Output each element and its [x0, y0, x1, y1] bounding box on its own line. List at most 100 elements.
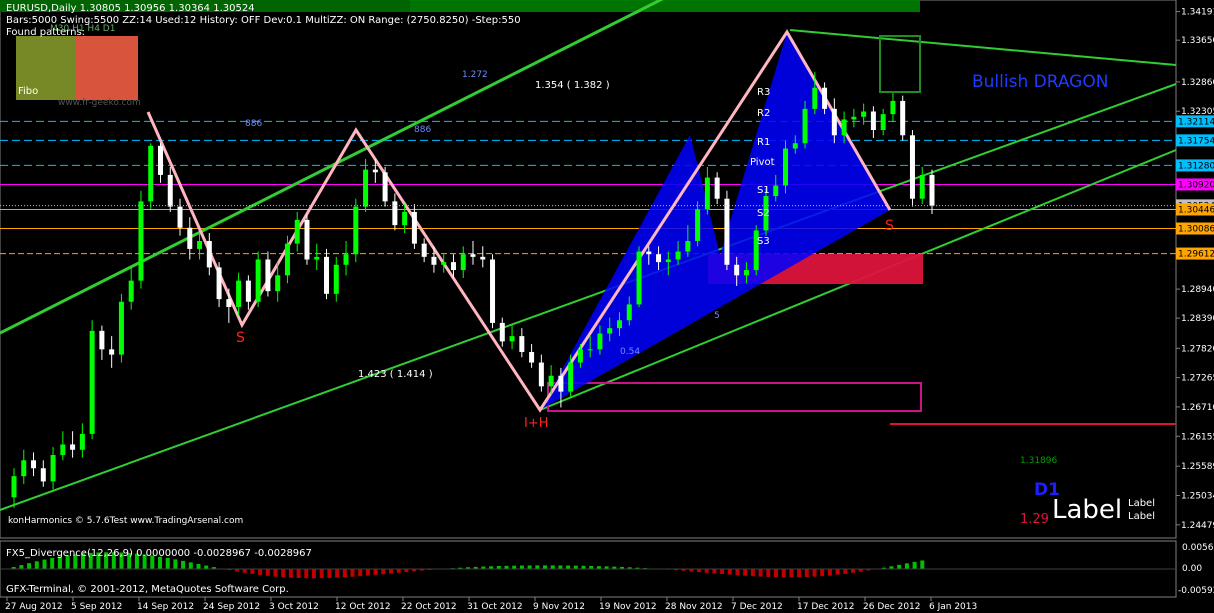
y-tick-label: 1.25034 — [1181, 492, 1214, 502]
price-box-label: 1.29612 — [1178, 250, 1214, 260]
histogram-bar — [319, 569, 324, 579]
candle-body — [226, 299, 232, 308]
candle-body — [724, 198, 730, 265]
fib-small-3: 0.54 — [620, 347, 641, 357]
chart-window[interactable]: 1.341911.336501.328601.323051.317541.309… — [0, 0, 1214, 613]
histogram-bar — [897, 564, 902, 569]
candle-body — [60, 444, 66, 456]
s-marker-2: S — [885, 218, 894, 234]
price-box-label: 1.30086 — [1178, 225, 1214, 235]
histogram-bar — [373, 569, 378, 575]
histogram-bar — [774, 569, 778, 578]
timeframes-label: M30 H1 H4 D1 — [50, 24, 116, 34]
candle-body — [529, 351, 535, 363]
candle-body — [324, 256, 330, 294]
x-tick-label: 3 Oct 2012 — [269, 602, 319, 612]
histogram-bar — [712, 569, 717, 574]
candle-body — [333, 264, 339, 294]
candle-body — [11, 476, 17, 498]
candle-body — [783, 148, 789, 186]
x-tick-label: 27 Aug 2012 — [5, 602, 63, 612]
histogram-bar — [281, 569, 286, 578]
histogram-bar — [265, 569, 270, 576]
histogram-bar — [843, 569, 848, 574]
histogram-bar — [835, 569, 840, 575]
histogram-bar — [358, 569, 363, 577]
pattern-name-label: Bullish DRAGON — [972, 72, 1109, 92]
histogram-bar — [258, 569, 263, 575]
candle-body — [714, 177, 720, 199]
histogram-bar — [288, 569, 293, 578]
candle-body — [40, 468, 46, 482]
candle-body — [587, 349, 593, 351]
candle-body — [148, 145, 154, 202]
candle-body — [21, 460, 27, 477]
x-tick-label: 31 Oct 2012 — [467, 602, 523, 612]
y-tick-label: 1.25589 — [1181, 462, 1214, 472]
candle-body — [773, 185, 779, 197]
x-tick-label: 22 Oct 2012 — [401, 602, 457, 612]
histogram-bar — [820, 569, 825, 577]
y-tick-label: 1.24479 — [1181, 521, 1214, 531]
candle-body — [538, 362, 544, 387]
candle-body — [665, 259, 671, 263]
candle-body — [675, 251, 681, 260]
candle-body — [431, 256, 437, 265]
x-tick-label: 26 Dec 2012 — [863, 602, 921, 612]
price-box-label: 1.31754 — [1178, 136, 1214, 146]
candle-body — [314, 256, 320, 260]
candle-body — [138, 201, 144, 281]
histogram-bar — [196, 563, 201, 569]
histogram-bar — [365, 569, 370, 576]
d1-price-label: 1.29 — [1020, 512, 1049, 527]
histogram-bar — [704, 569, 709, 573]
histogram-bar — [720, 569, 725, 574]
histogram-bar — [19, 565, 24, 569]
histogram-bar — [396, 569, 401, 573]
candle-body — [353, 206, 359, 255]
pivot-s3: S3 — [757, 236, 770, 247]
y-tick-label: 1.26710 — [1181, 403, 1214, 413]
candle-body — [880, 114, 886, 131]
histogram-bar — [273, 569, 278, 577]
histogram-bar — [804, 569, 809, 577]
histogram-bar — [735, 569, 740, 576]
candle-body — [704, 177, 710, 210]
candle-body — [31, 460, 37, 469]
histogram-bar — [573, 565, 578, 569]
candle-body — [265, 259, 271, 292]
candle-body — [294, 219, 300, 244]
histogram-bar — [188, 562, 193, 569]
candle-body — [490, 259, 496, 323]
sub-tick-bottom: -0.00592 — [1178, 586, 1214, 596]
fibo-label: Fibo — [18, 86, 39, 97]
x-tick-label: 12 Oct 2012 — [335, 602, 391, 612]
x-tick-label: 14 Sep 2012 — [137, 602, 194, 612]
bottom-left-credit: konHarmonics © 5.7.6Test www.TradingArse… — [8, 516, 244, 526]
histogram-bar — [173, 559, 178, 569]
histogram-bar — [543, 565, 547, 569]
candle-body — [519, 336, 525, 352]
histogram-bar — [389, 569, 393, 574]
sub-tick-top: 0.00562 — [1182, 543, 1214, 553]
candle-body — [831, 108, 837, 136]
x-tick-label: 6 Jan 2013 — [929, 602, 977, 612]
histogram-bar — [519, 565, 524, 569]
ratio-label-2: 1.423 ( 1.414 ) — [358, 369, 433, 380]
candle-body — [851, 116, 857, 120]
histogram-bar — [335, 569, 340, 578]
candle-body — [841, 119, 847, 136]
x-tick-label: 5 Sep 2012 — [71, 602, 122, 612]
histogram-bar — [566, 565, 571, 569]
candle-body — [109, 349, 115, 355]
histogram-bar — [789, 569, 794, 578]
histogram-bar — [165, 558, 170, 569]
candle-body — [802, 108, 808, 144]
candle-body — [70, 444, 76, 450]
price-box-label: 1.30446 — [1178, 205, 1214, 215]
candle-body — [792, 143, 798, 149]
histogram-bar — [851, 569, 855, 573]
histogram-bar — [327, 569, 332, 578]
histogram-bar — [242, 569, 247, 573]
histogram-bar — [550, 565, 555, 569]
